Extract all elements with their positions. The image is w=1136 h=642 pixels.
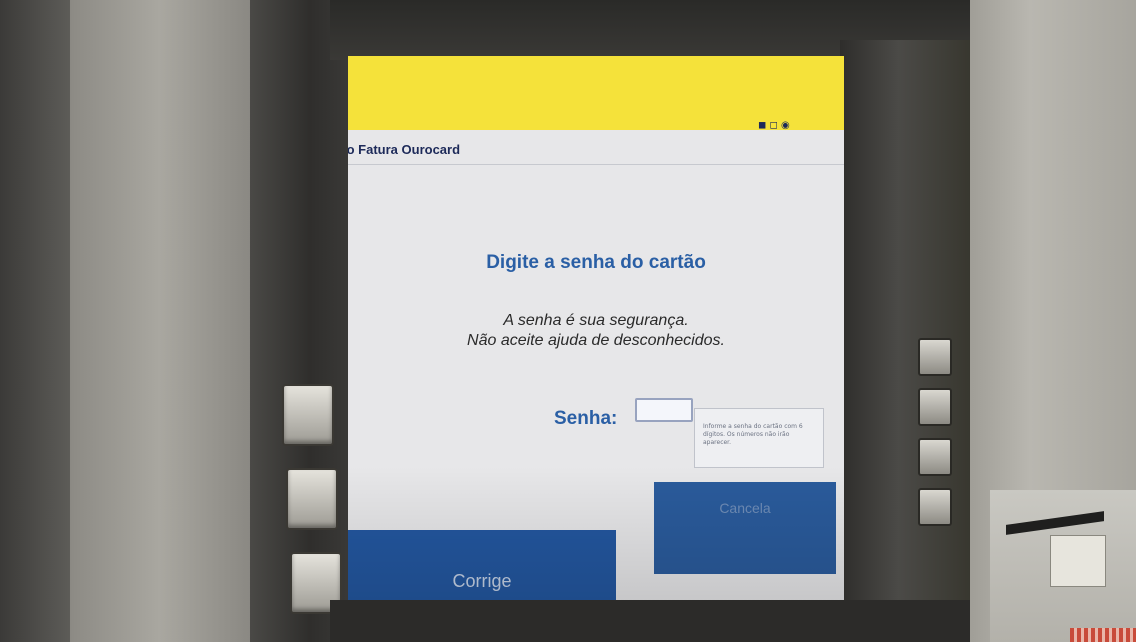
password-label: Senha:	[554, 408, 618, 429]
function-key-right-3[interactable]	[918, 438, 952, 476]
screen-bezel-left	[250, 0, 350, 642]
header-yellow-bar	[348, 56, 844, 130]
security-warning-line-2: Não aceite ajuda de desconhecidos.	[467, 332, 725, 349]
card-reader-sticker	[1050, 535, 1106, 587]
cancel-button[interactable]: Cancela	[654, 482, 836, 574]
header-icons: ◼ ◻ ◉	[758, 120, 790, 131]
function-key-right-1[interactable]	[918, 338, 952, 376]
password-hint: Informe a senha do cartão com 6 dígitos.…	[694, 408, 824, 468]
prompt-title: Digite a senha do cartão	[486, 252, 706, 273]
function-key-left-1[interactable]	[282, 384, 334, 446]
function-key-right-2[interactable]	[918, 388, 952, 426]
function-key-right-4[interactable]	[918, 488, 952, 526]
screen-header-title: rato Fatura Ourocard	[348, 142, 461, 157]
function-key-left-2[interactable]	[286, 468, 338, 530]
bank-logo-icon: ◼ ◻ ◉	[758, 120, 790, 131]
atm-left-edge	[0, 0, 70, 642]
header-divider	[348, 164, 844, 165]
screen-bezel-bottom	[330, 600, 970, 642]
red-warning-strip	[1070, 628, 1136, 642]
password-field[interactable]	[635, 398, 693, 422]
atm-screen: ◼ ◻ ◉ rato Fatura Ourocard Digite a senh…	[348, 56, 844, 642]
security-warning-line-1: A senha é sua segurança.	[503, 312, 689, 329]
